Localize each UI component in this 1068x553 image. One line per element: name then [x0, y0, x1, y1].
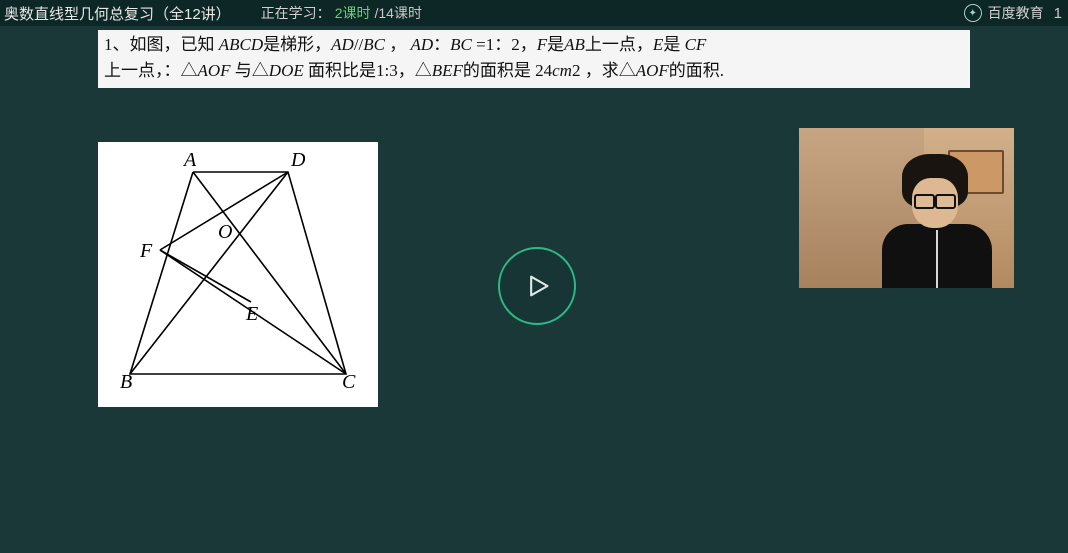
lesson-current: 2课时: [335, 3, 371, 23]
pt-B: B: [120, 371, 132, 393]
var: cm: [552, 61, 572, 80]
var: AD: [331, 35, 354, 54]
var: AB: [564, 35, 585, 54]
lesson-total: /14课时: [374, 3, 421, 23]
text: 的面积.: [669, 61, 724, 80]
lesson-progress: 正在学习： 2课时 /14课时: [261, 3, 422, 23]
var: CF: [685, 35, 707, 54]
brand-block: ✦ 百度教育 1: [964, 0, 1062, 26]
trapezoid-svg: A D B C F O E: [98, 142, 378, 407]
text: =1：2，: [472, 35, 537, 54]
course-title: 奥数直线型几何总复习（全12讲）: [4, 3, 231, 24]
var: AOF: [198, 61, 231, 80]
text: 1、如图，已知: [104, 35, 219, 54]
problem-statement: 1、如图，已知 ABCD是梯形，AD//BC ， AD：BC =1：2，F是AB…: [98, 30, 970, 88]
text: ：: [433, 35, 450, 54]
text: 是: [663, 35, 684, 54]
play-button[interactable]: [498, 247, 576, 325]
problem-line-1: 1、如图，已知 ABCD是梯形，AD//BC ， AD：BC =1：2，F是AB…: [104, 32, 964, 58]
pt-F: F: [139, 240, 153, 262]
text: 是梯形，: [263, 35, 331, 54]
webcam-person-zipper: [936, 230, 938, 288]
text: 2 ，求△: [572, 61, 636, 80]
var: BC: [450, 35, 472, 54]
pt-A: A: [182, 149, 197, 171]
var: ABCD: [219, 35, 263, 54]
pt-E: E: [245, 303, 258, 325]
instructor-webcam: [799, 128, 1014, 288]
pt-D: D: [290, 149, 306, 171]
var: DOE: [269, 61, 304, 80]
problem-line-2: 上一点，：△AOF 与△DOE 面积比是1:3，△BEF的面积是 24cm2 ，…: [104, 58, 964, 84]
text: //: [354, 35, 363, 54]
webcam-person: [874, 148, 994, 288]
text: 与△: [231, 61, 269, 80]
var: AD: [411, 35, 434, 54]
var: BC: [363, 35, 385, 54]
text: 上一点，: [585, 35, 653, 54]
pt-C: C: [342, 371, 356, 393]
brand-text: 百度教育: [988, 3, 1044, 23]
text: 的面积是 24: [463, 61, 552, 80]
text: 上一点，：△: [104, 61, 198, 80]
pt-O: O: [218, 221, 232, 243]
text: 面积比是1:3，△: [304, 61, 432, 80]
brand-number: 1: [1054, 5, 1062, 22]
play-icon: [523, 272, 551, 300]
study-label: 正在学习：: [261, 3, 331, 23]
var: E: [653, 35, 663, 54]
glasses-icon: [914, 194, 956, 206]
var: BEF: [432, 61, 463, 80]
video-header: 奥数直线型几何总复习（全12讲） 正在学习： 2课时 /14课时 ✦ 百度教育 …: [0, 0, 1068, 26]
brand-logo-icon: ✦: [964, 4, 982, 22]
geometry-diagram: A D B C F O E: [98, 142, 378, 407]
text: ，: [385, 35, 411, 54]
var: F: [537, 35, 547, 54]
var: AOF: [636, 61, 669, 80]
text: 是: [547, 35, 564, 54]
